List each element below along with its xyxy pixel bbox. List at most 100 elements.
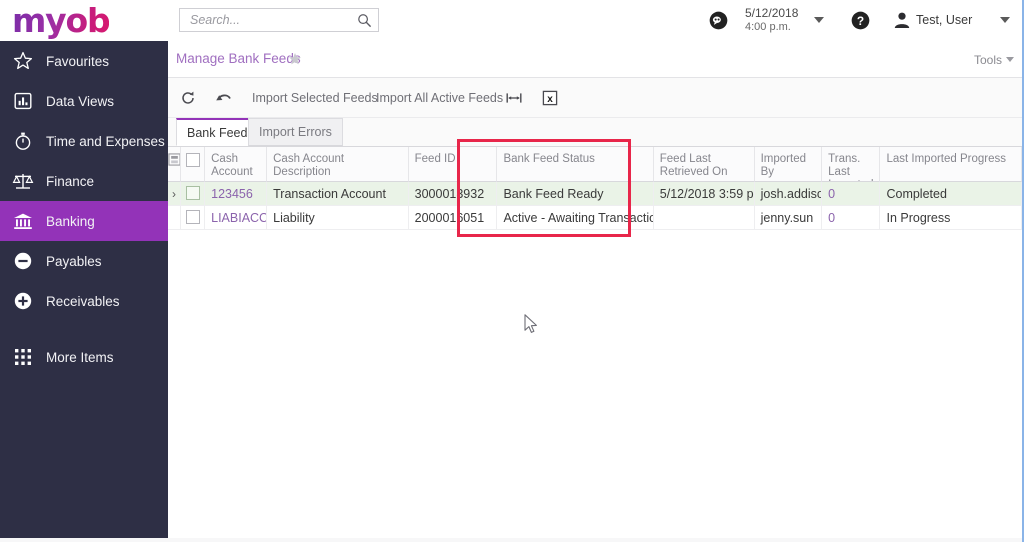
column-header-feed-last-retrieved-on[interactable]: Feed Last Retrieved On	[653, 147, 755, 182]
help-circle-icon[interactable]: ?	[851, 11, 870, 30]
tab-import-errors-label: Import Errors	[259, 125, 332, 139]
sidebar-item-label-finance: Finance	[46, 173, 95, 189]
row-checkbox[interactable]	[185, 210, 200, 224]
column-header-last-imported-progress[interactable]: Last Imported Progress	[880, 147, 1022, 182]
row-expand-placeholder	[168, 206, 182, 230]
stopwatch-icon	[12, 130, 34, 152]
cell-last-imported-progress: Completed	[880, 182, 1022, 206]
sidebar-item-label-banking: Banking	[46, 213, 95, 229]
column-header-cash-account[interactable]: Cash Account	[205, 147, 268, 182]
search-box[interactable]	[179, 8, 379, 32]
user-name-label[interactable]: Test, User	[916, 13, 972, 27]
column-header-bank-feed-status[interactable]: Bank Feed Status	[497, 147, 654, 182]
grid-settings-icon	[168, 153, 181, 166]
export-excel-icon: x	[542, 90, 558, 105]
select-all-checkbox[interactable]	[185, 153, 200, 167]
sidebar-item-banking[interactable]: Banking	[0, 201, 168, 241]
cell-feed-last-retrieved-on	[653, 206, 755, 230]
tab-import-errors[interactable]: Import Errors	[248, 118, 343, 146]
sidebar-navigation: Favourites Data Views Time and Expenses …	[0, 41, 168, 538]
table-row[interactable]: LIABIACC Liability 2000016051 Active - A…	[168, 206, 1022, 230]
chevron-down-icon-user[interactable]	[1000, 17, 1010, 23]
import-selected-feeds-button[interactable]: Import Selected Feeds	[252, 78, 378, 117]
cell-cash-account-description: Transaction Account	[267, 182, 409, 206]
bar-chart-icon	[12, 90, 34, 112]
chat-bubble-icon[interactable]	[709, 11, 728, 30]
sidebar-item-finance[interactable]: Finance	[0, 161, 168, 201]
undo-arrow-icon	[216, 94, 231, 100]
sidebar-item-payables[interactable]: Payables	[0, 241, 168, 281]
search-input[interactable]	[188, 12, 342, 28]
row-checkbox[interactable]	[185, 186, 200, 200]
search-icon[interactable]	[357, 13, 372, 28]
sidebar-item-receivables[interactable]: Receivables	[0, 281, 168, 321]
import-all-active-feeds-button[interactable]: Import All Active Feeds	[376, 78, 503, 117]
import-selected-feeds-label: Import Selected Feeds	[252, 90, 378, 105]
sidebar-item-more-items[interactable]: More Items	[0, 337, 168, 377]
person-avatar-icon[interactable]	[893, 11, 911, 29]
table-row[interactable]: › 123456 Transaction Account 3000013932 …	[168, 182, 1022, 206]
sidebar-item-label-time-and-expenses: Time and Expenses	[46, 133, 165, 149]
sidebar-item-label-payables: Payables	[46, 253, 102, 269]
sidebar-item-time-and-expenses[interactable]: Time and Expenses	[0, 121, 168, 161]
date-time-block[interactable]: 5/12/2018 4:00 p.m.	[745, 6, 798, 34]
scales-icon	[12, 170, 34, 192]
svg-text:?: ?	[857, 14, 864, 28]
cell-feed-id: 3000013932	[408, 182, 498, 206]
sidebar-item-data-views[interactable]: Data Views	[0, 81, 168, 121]
refresh-icon	[182, 91, 194, 104]
fit-width-button[interactable]	[506, 78, 522, 117]
column-header-imported-by[interactable]: Imported By	[754, 147, 823, 182]
cell-feed-last-retrieved-on: 5/12/2018 3:59 p.m.	[653, 182, 755, 206]
cell-trans-last-imported[interactable]: 0	[822, 206, 881, 230]
action-toolbar: Import Selected Feeds Import All Active …	[168, 78, 1022, 118]
grid-header-row: Cash Account Cash Account Description Fe…	[168, 147, 1022, 182]
undo-button[interactable]	[215, 78, 233, 117]
row-checkbox-cell[interactable]	[181, 182, 206, 206]
cell-bank-feed-status: Active - Awaiting Transactions	[497, 206, 654, 230]
grid-dots-icon	[12, 346, 34, 368]
refresh-button[interactable]	[180, 78, 196, 117]
grid-settings-corner[interactable]	[168, 147, 182, 182]
chevron-down-icon-date[interactable]	[814, 17, 824, 23]
cell-cash-account[interactable]: 123456	[205, 182, 268, 206]
row-checkbox-cell[interactable]	[181, 206, 206, 230]
tools-label: Tools	[973, 53, 1002, 67]
column-header-feed-id[interactable]: Feed ID	[408, 147, 498, 182]
grid-select-all-header[interactable]	[181, 147, 206, 182]
cell-last-imported-progress: In Progress	[880, 206, 1022, 230]
import-all-active-feeds-label: Import All Active Feeds	[376, 90, 504, 105]
main-content: Manage Bank Feeds Tools Import Selected …	[168, 41, 1022, 542]
row-expand-chevron-icon[interactable]: ›	[168, 182, 182, 206]
top-header-bar: myob 5/12/2018 4:00 p.m. ?	[0, 0, 1022, 42]
tools-menu[interactable]: Tools	[974, 53, 1014, 67]
sidebar-item-label-receivables: Receivables	[46, 293, 120, 309]
export-button[interactable]: x	[542, 78, 558, 117]
application-window: myob 5/12/2018 4:00 p.m. ?	[0, 0, 1024, 542]
cell-cash-account-description: Liability	[267, 206, 409, 230]
chevron-down-icon-tools	[1006, 57, 1014, 62]
myob-logo: myob	[12, 1, 111, 40]
cell-feed-id: 2000016051	[408, 206, 498, 230]
column-header-trans-last-imported[interactable]: Trans. Last Imported	[822, 147, 881, 182]
header-time: 4:00 p.m.	[745, 21, 791, 33]
star-filled-icon[interactable]	[288, 52, 302, 66]
bank-feeds-grid: Cash Account Cash Account Description Fe…	[168, 147, 1022, 230]
cell-trans-last-imported[interactable]: 0	[822, 182, 881, 206]
bank-icon	[12, 210, 34, 232]
tab-strip: Bank Feeds Import Errors	[168, 118, 1022, 147]
header-date: 5/12/2018	[745, 6, 799, 20]
sidebar-item-label-favourites: Favourites	[46, 53, 110, 69]
breadcrumb-bar: Manage Bank Feeds Tools	[168, 41, 1022, 78]
cell-bank-feed-status: Bank Feed Ready	[497, 182, 654, 206]
minus-circle-icon	[12, 250, 34, 272]
column-header-cash-account-description[interactable]: Cash Account Description	[267, 147, 409, 182]
cell-imported-by: josh.addiso...	[754, 182, 823, 206]
plus-circle-icon	[12, 290, 34, 312]
cell-cash-account[interactable]: LIABIACC	[205, 206, 268, 230]
window-bottom-strip	[0, 538, 1022, 542]
svg-text:x: x	[547, 94, 553, 105]
sidebar-item-favourites[interactable]: Favourites	[0, 41, 168, 81]
page-title[interactable]: Manage Bank Feeds	[176, 51, 301, 66]
